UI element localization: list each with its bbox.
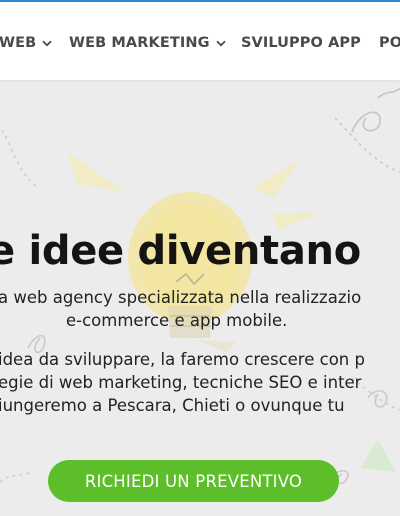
nav-item-label: PO <box>379 35 400 51</box>
nav-item-sviluppo-app[interactable]: SVILUPPO APP <box>241 33 361 53</box>
hero-body-line-3: iungeremo a Pescara, Chieti o ovunque tu <box>0 396 345 415</box>
hero-section: e idee diventano a web agency specializz… <box>0 80 400 516</box>
request-quote-button[interactable]: RICHIEDI UN PREVENTIVO <box>48 460 339 502</box>
nav-item-label: WEB <box>0 35 37 51</box>
nav-item-web-marketing[interactable]: WEB MARKETING <box>69 33 226 53</box>
nav-item-label: WEB MARKETING <box>69 35 210 51</box>
nav-item-label: SVILUPPO APP <box>241 35 361 51</box>
chevron-down-icon <box>215 35 226 51</box>
hero-body-line-2: egie di web marketing, tecniche SEO e in… <box>0 373 362 392</box>
main-navigation: WEB WEB MARKETING SVILUPPO APP PO <box>0 2 400 80</box>
squiggle-icon <box>351 111 381 133</box>
hero-subtitle-line-1: a web agency specializzata nella realizz… <box>0 288 362 307</box>
hero-headline: e idee diventano <box>0 228 361 274</box>
nav-item-portfolio[interactable]: PO <box>379 33 400 53</box>
hero-subtitle-line-2: e-commerce e app mobile. <box>66 311 288 330</box>
chevron-down-icon <box>42 35 52 51</box>
nav-item-web[interactable]: WEB <box>0 33 52 53</box>
hero-body-line-1: idea da sviluppare, la faremo crescere c… <box>0 350 365 369</box>
